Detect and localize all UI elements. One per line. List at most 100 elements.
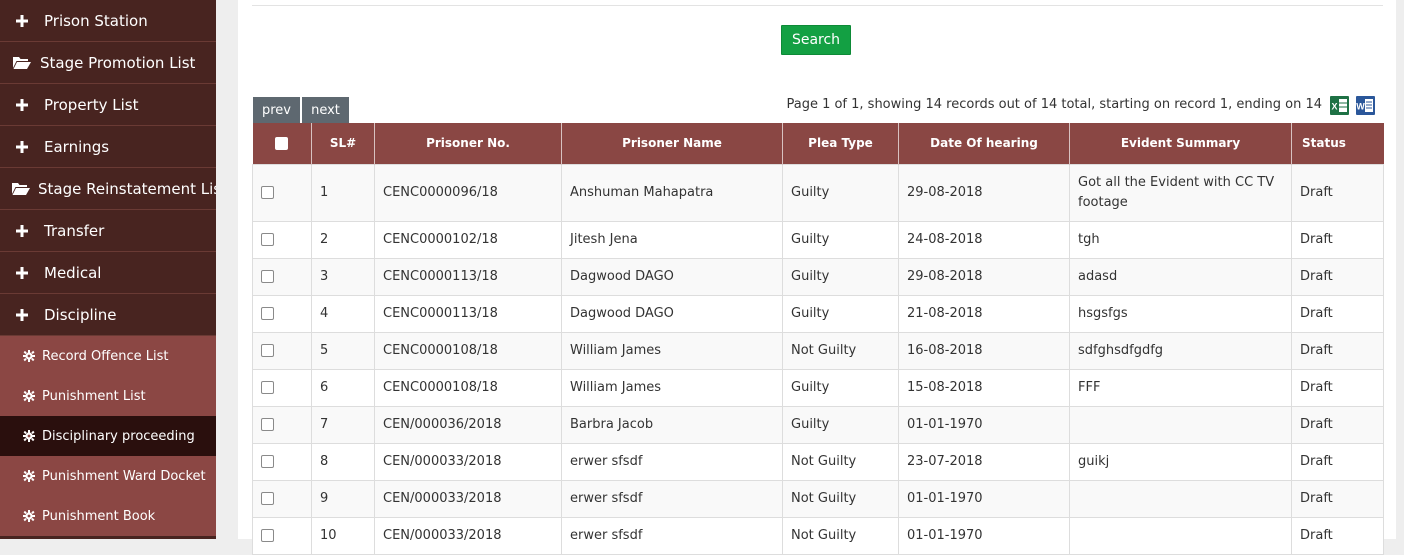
select-all-checkbox-cell[interactable] bbox=[252, 123, 312, 164]
sidebar-item-label: Prison Station bbox=[44, 11, 148, 30]
plea-type-cell: Not Guilty bbox=[782, 442, 899, 481]
submenu-item-punishment-book[interactable]: Punishment Book bbox=[0, 496, 216, 536]
sidebar-item-label: Earnings bbox=[44, 137, 110, 156]
search-button[interactable]: Search bbox=[781, 25, 851, 55]
hearing-date-cell: 16-08-2018 bbox=[898, 331, 1070, 370]
sidebar-item-prison-station[interactable]: Prison Station bbox=[0, 0, 216, 42]
table-header-row: SL# Prisoner No. Prisoner Name Plea Type Dat… bbox=[252, 123, 1384, 164]
table-row[interactable]: 6 CENC0000108/18 William James Guilty 15-08-… bbox=[252, 368, 1384, 407]
hearing-date-cell: 01-01-1970 bbox=[898, 479, 1070, 518]
table-row[interactable]: 5 CENC0000108/18 William James Not Guilty 16… bbox=[252, 331, 1384, 370]
table-row[interactable]: 4 CENC0000113/18 Dagwood DAGO Guilty 21-08-2… bbox=[252, 294, 1384, 333]
evident-summary-cell bbox=[1069, 516, 1292, 555]
status-cell: Draft bbox=[1291, 479, 1384, 518]
row-checkbox-cell[interactable] bbox=[252, 220, 312, 259]
prisoner-name-cell: William James bbox=[561, 368, 783, 407]
plus-icon bbox=[12, 308, 32, 321]
evident-summary-cell: tgh bbox=[1069, 220, 1292, 259]
column-header: Prisoner Name bbox=[561, 123, 783, 164]
row-checkbox[interactable] bbox=[261, 455, 274, 468]
row-checkbox[interactable] bbox=[261, 529, 274, 542]
sidebar-item-label: Property List bbox=[44, 95, 139, 114]
table-row[interactable]: 7 CEN/000036/2018 Barbra Jacob Guilty 01-01-… bbox=[252, 405, 1384, 444]
status-cell: Draft bbox=[1291, 257, 1384, 296]
next-page-button[interactable]: next bbox=[302, 97, 349, 123]
row-checkbox[interactable] bbox=[261, 233, 274, 246]
divider bbox=[252, 5, 1383, 6]
evident-summary-cell: hsgsfgs bbox=[1069, 294, 1292, 333]
submenu-item-disciplinary-proceeding[interactable]: Disciplinary proceeding bbox=[0, 416, 216, 456]
table-row[interactable]: 10 CEN/000033/2018 erwer sfsdf Not Guilty 01… bbox=[252, 516, 1384, 555]
status-cell: Draft bbox=[1291, 331, 1384, 370]
status-cell: Draft bbox=[1291, 294, 1384, 333]
submenu-item-label: Punishment List bbox=[42, 388, 146, 404]
row-checkbox-cell[interactable] bbox=[252, 516, 312, 555]
sidebar: Prison Station Stage Promotion List Proper… bbox=[0, 0, 216, 539]
sl-cell: 5 bbox=[311, 331, 375, 370]
plea-type-cell: Guilty bbox=[782, 294, 899, 333]
word-export-icon[interactable]: W bbox=[1356, 96, 1375, 115]
row-checkbox-cell[interactable] bbox=[252, 368, 312, 407]
column-header: Status bbox=[1291, 123, 1384, 164]
plus-icon bbox=[12, 140, 32, 153]
table-row[interactable]: 3 CENC0000113/18 Dagwood DAGO Guilty 29-08-2… bbox=[252, 257, 1384, 296]
gear-icon bbox=[23, 510, 35, 522]
plea-type-cell: Guilty bbox=[782, 368, 899, 407]
folder-open-icon bbox=[12, 182, 30, 195]
prisoner-name-cell: Barbra Jacob bbox=[561, 405, 783, 444]
row-checkbox[interactable] bbox=[261, 307, 274, 320]
sl-cell: 10 bbox=[311, 516, 375, 555]
row-checkbox[interactable] bbox=[261, 270, 274, 283]
select-all-checkbox[interactable] bbox=[275, 137, 289, 151]
gear-icon bbox=[23, 430, 35, 442]
prisoner-name-cell: William James bbox=[561, 331, 783, 370]
row-checkbox-cell[interactable] bbox=[252, 331, 312, 370]
row-checkbox-cell[interactable] bbox=[252, 294, 312, 333]
row-checkbox-cell[interactable] bbox=[252, 405, 312, 444]
svg-text:X: X bbox=[1331, 102, 1337, 112]
prisoner-name-cell: Jitesh Jena bbox=[561, 220, 783, 259]
sidebar-item-label: Discipline bbox=[44, 305, 117, 324]
plea-type-cell: Guilty bbox=[782, 405, 899, 444]
sl-cell: 8 bbox=[311, 442, 375, 481]
evident-summary-cell: guikj bbox=[1069, 442, 1292, 481]
row-checkbox-cell[interactable] bbox=[252, 257, 312, 296]
table-row[interactable]: 8 CEN/000033/2018 erwer sfsdf Not Guilty 23-… bbox=[252, 442, 1384, 481]
sidebar-item-label: Stage Promotion List bbox=[40, 53, 196, 72]
row-checkbox[interactable] bbox=[261, 381, 274, 394]
column-header: SL# bbox=[311, 123, 375, 164]
prisoner-no-cell: CEN/000033/2018 bbox=[374, 442, 562, 481]
hearing-date-cell: 01-01-1970 bbox=[898, 516, 1070, 555]
table-row[interactable]: 1 CENC0000096/18 Anshuman Mahapatra Guilty 2… bbox=[252, 163, 1384, 222]
sidebar-item-earnings[interactable]: Earnings bbox=[0, 126, 216, 168]
row-checkbox[interactable] bbox=[261, 492, 274, 505]
sidebar-item-stage-reinstatement-list[interactable]: Stage Reinstatement List bbox=[0, 168, 216, 210]
folder-open-icon bbox=[12, 56, 32, 69]
submenu-item-label: Disciplinary proceeding bbox=[42, 428, 195, 444]
submenu-item-record-offence-list[interactable]: Record Offence List bbox=[0, 336, 216, 376]
table-row[interactable]: 2 CENC0000102/18 Jitesh Jena Guilty 24-08-20… bbox=[252, 220, 1384, 259]
row-checkbox[interactable] bbox=[261, 185, 274, 199]
submenu-item-label: Punishment Book bbox=[42, 508, 156, 524]
row-checkbox-cell[interactable] bbox=[252, 442, 312, 481]
row-checkbox-cell[interactable] bbox=[252, 479, 312, 518]
row-checkbox[interactable] bbox=[261, 344, 274, 357]
gear-icon bbox=[23, 350, 35, 362]
row-checkbox[interactable] bbox=[261, 418, 274, 431]
svg-text:W: W bbox=[1356, 102, 1365, 112]
sidebar-item-transfer[interactable]: Transfer bbox=[0, 210, 216, 252]
prev-page-button[interactable]: prev bbox=[253, 97, 300, 123]
table-row[interactable]: 9 CEN/000033/2018 erwer sfsdf Not Guilty 01-… bbox=[252, 479, 1384, 518]
prisoner-no-cell: CEN/000036/2018 bbox=[374, 405, 562, 444]
row-checkbox-cell[interactable] bbox=[252, 163, 312, 222]
prisoner-no-cell: CENC0000113/18 bbox=[374, 294, 562, 333]
page-info-text: Page 1 of 1, showing 14 records out of 1… bbox=[786, 97, 1322, 112]
sidebar-item-property-list[interactable]: Property List bbox=[0, 84, 216, 126]
proceedings-table: SL# Prisoner No. Prisoner Name Plea Type Dat… bbox=[252, 123, 1384, 555]
submenu-item-punishment-list[interactable]: Punishment List bbox=[0, 376, 216, 416]
sidebar-item-medical[interactable]: Medical bbox=[0, 252, 216, 294]
excel-export-icon[interactable]: X bbox=[1330, 96, 1349, 115]
sidebar-item-discipline[interactable]: Discipline bbox=[0, 294, 216, 336]
submenu-item-punishment-ward-docket[interactable]: Punishment Ward Docket bbox=[0, 456, 216, 496]
sidebar-item-stage-promotion-list[interactable]: Stage Promotion List bbox=[0, 42, 216, 84]
